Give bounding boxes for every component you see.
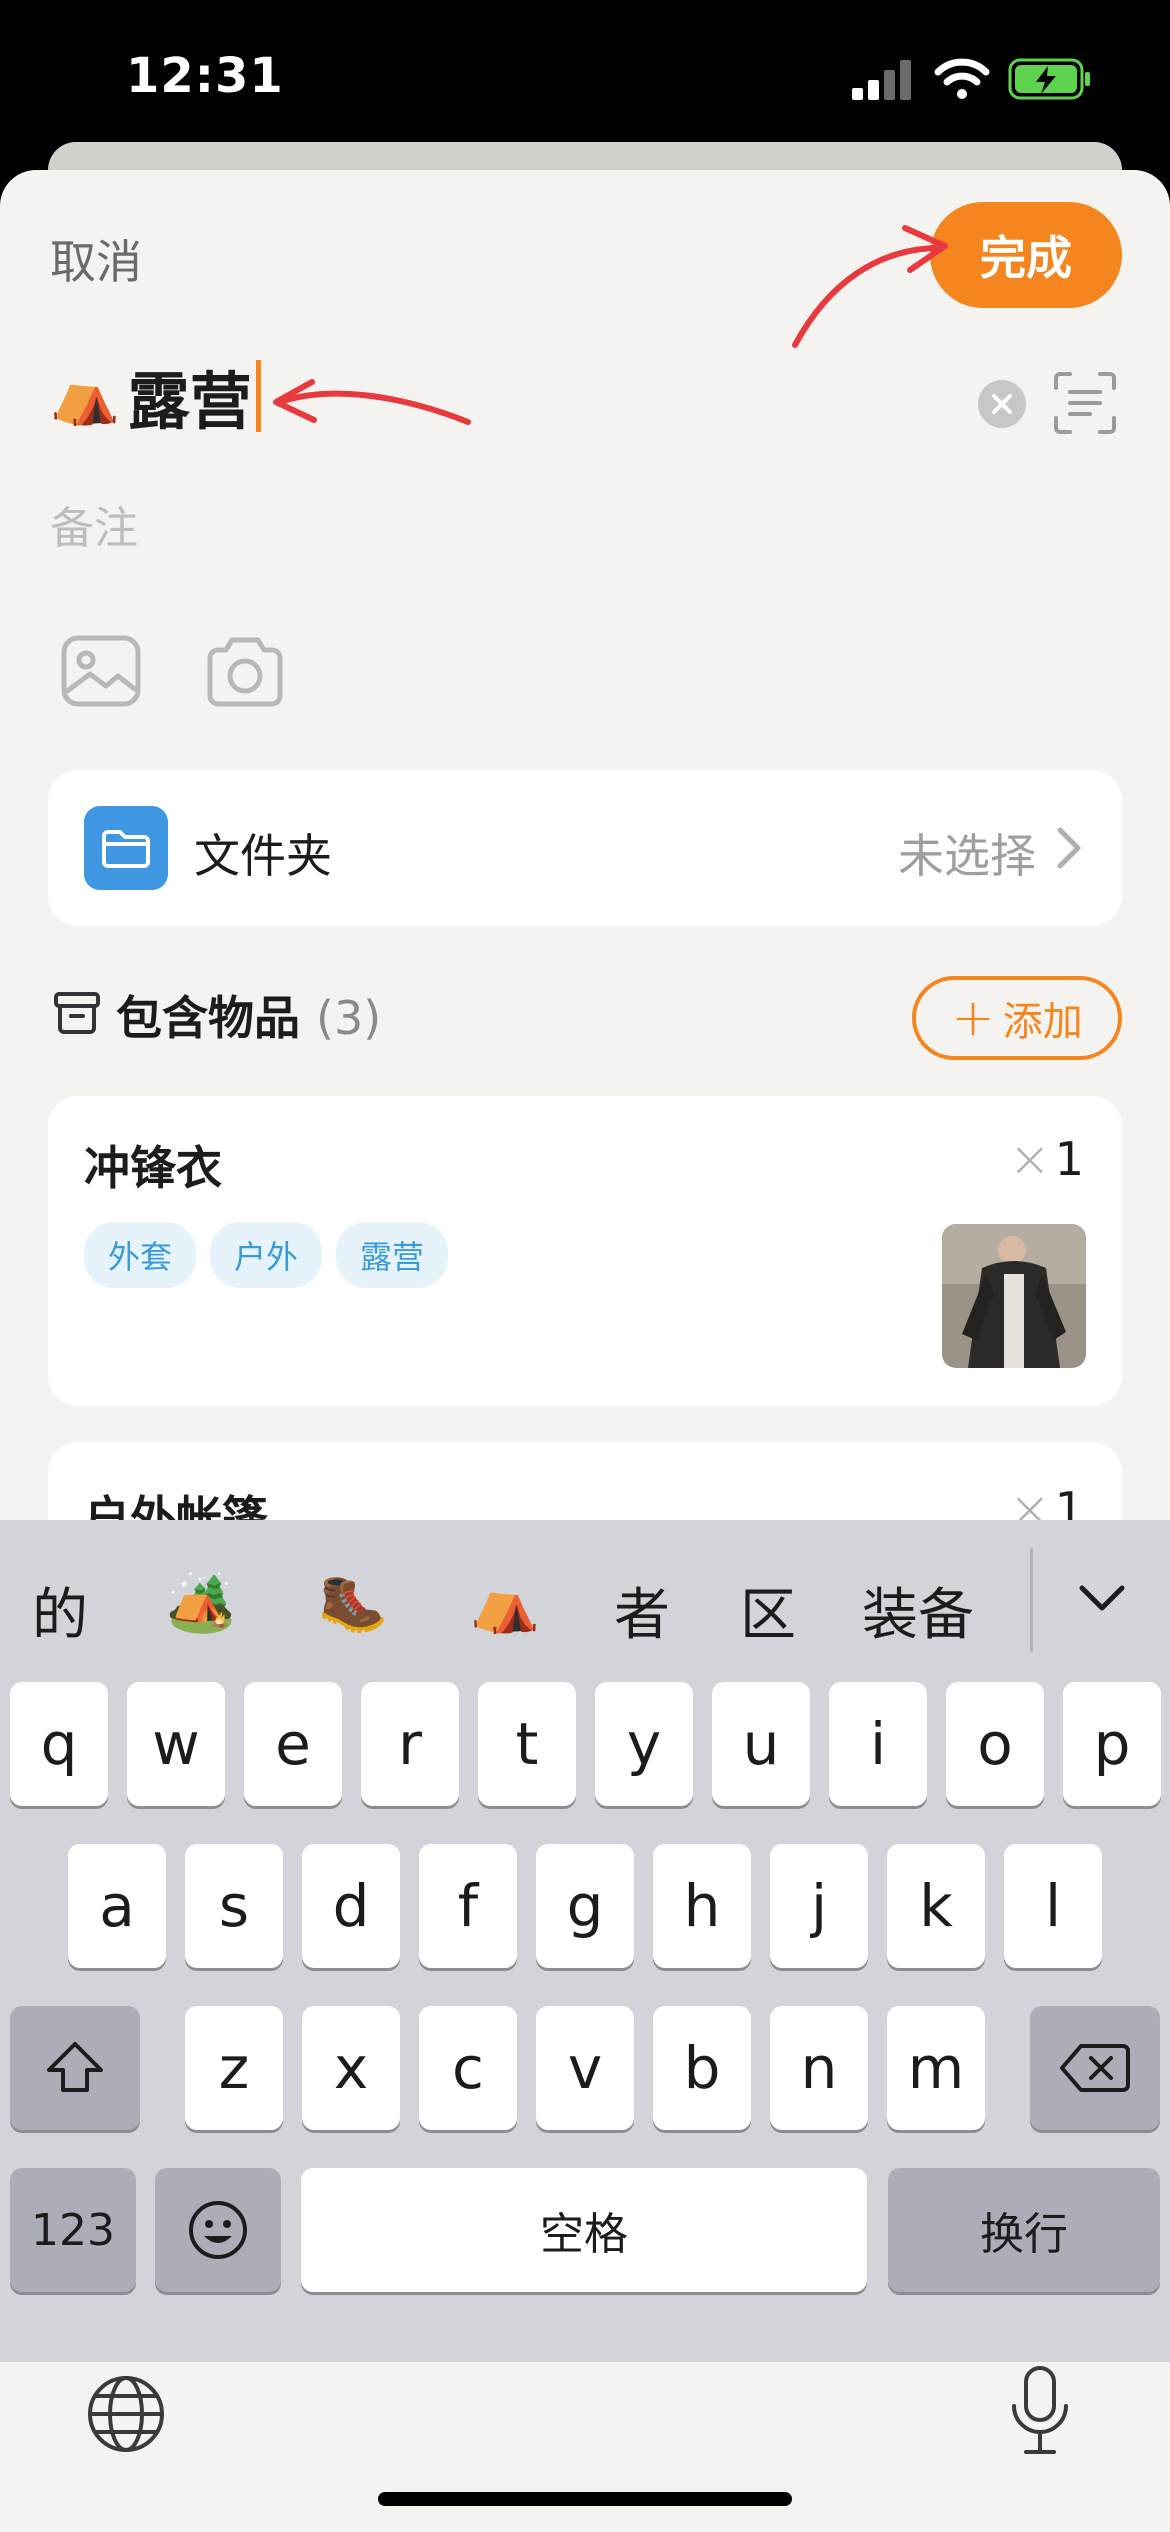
- emoji-icon: [189, 2201, 247, 2259]
- key-a[interactable]: a: [68, 1844, 166, 1968]
- suggestion[interactable]: ⛺: [470, 1570, 540, 1636]
- backspace-icon: [1060, 2044, 1130, 2092]
- key-z[interactable]: z: [185, 2006, 283, 2130]
- key-c[interactable]: c: [419, 2006, 517, 2130]
- folder-label: 文件夹: [194, 829, 332, 883]
- key-v[interactable]: v: [536, 2006, 634, 2130]
- keyboard: 的 🏕️ 🥾 ⛺ 者 区 装备 q w e r t y u i o p a s …: [0, 1520, 1170, 2454]
- key-d[interactable]: d: [302, 1844, 400, 1968]
- text-caret: [255, 360, 261, 432]
- suggestion[interactable]: 的: [32, 1570, 88, 1651]
- item-thumbnail[interactable]: [942, 1224, 1086, 1368]
- status-time: 12:31: [126, 48, 284, 104]
- suggestion[interactable]: 区: [740, 1570, 796, 1651]
- key-y[interactable]: y: [595, 1682, 693, 1806]
- folder-icon: [84, 806, 168, 890]
- key-j[interactable]: j: [770, 1844, 868, 1968]
- key-i[interactable]: i: [829, 1682, 927, 1806]
- emoji-key[interactable]: [155, 2168, 281, 2292]
- key-f[interactable]: f: [419, 1844, 517, 1968]
- folder-selector[interactable]: 文件夹 未选择: [48, 770, 1122, 926]
- title-text: 露营: [127, 365, 252, 438]
- home-indicator: [378, 2492, 792, 2506]
- note-input[interactable]: 备注: [50, 492, 138, 556]
- plus-icon: +: [951, 988, 995, 1048]
- key-l[interactable]: l: [1004, 1844, 1102, 1968]
- add-item-button[interactable]: + 添加: [912, 976, 1122, 1060]
- suggestion[interactable]: 者: [614, 1570, 670, 1651]
- key-s[interactable]: s: [185, 1844, 283, 1968]
- key-p[interactable]: p: [1063, 1682, 1161, 1806]
- suggestion[interactable]: 🥾: [318, 1570, 388, 1636]
- numbers-key[interactable]: 123: [10, 2168, 136, 2292]
- globe-icon[interactable]: [84, 2372, 168, 2456]
- clear-icon: [992, 394, 1012, 414]
- item-qty-value: 1: [1054, 1132, 1084, 1186]
- key-b[interactable]: b: [653, 2006, 751, 2130]
- contains-title: 包含物品: [116, 991, 300, 1045]
- contains-count: (3): [316, 991, 382, 1045]
- key-u[interactable]: u: [712, 1682, 810, 1806]
- chevron-down-icon[interactable]: [1076, 1572, 1128, 1624]
- done-button[interactable]: 完成: [930, 202, 1122, 308]
- title-input[interactable]: ⛺ 露营: [50, 356, 261, 438]
- key-g[interactable]: g: [536, 1844, 634, 1968]
- battery-charging-icon: [1008, 58, 1090, 100]
- item-quantity: × 1: [1009, 1130, 1084, 1188]
- tag[interactable]: 户外: [210, 1222, 323, 1288]
- space-key[interactable]: 空格: [301, 2168, 867, 2292]
- add-label: 添加: [1002, 999, 1083, 1045]
- key-h[interactable]: h: [653, 1844, 751, 1968]
- cellular-signal-icon: [852, 60, 911, 100]
- scan-text-icon[interactable]: [1052, 370, 1118, 436]
- clear-text-button[interactable]: [978, 380, 1026, 428]
- chevron-right-icon: [1057, 827, 1081, 869]
- list-item[interactable]: 冲锋衣 × 1 外套 户外 露营: [48, 1096, 1122, 1406]
- key-n[interactable]: n: [770, 2006, 868, 2130]
- camera-icon[interactable]: [204, 630, 286, 712]
- tag[interactable]: 露营: [336, 1222, 449, 1288]
- cancel-button[interactable]: 取消: [50, 226, 142, 292]
- backspace-key[interactable]: [1030, 2006, 1160, 2130]
- divider: [1030, 1548, 1033, 1652]
- item-name: 冲锋衣: [84, 1141, 222, 1195]
- microphone-icon[interactable]: [1004, 2364, 1076, 2460]
- key-k[interactable]: k: [887, 1844, 985, 1968]
- return-key[interactable]: 换行: [888, 2168, 1160, 2292]
- tent-emoji-icon: ⛺: [50, 363, 120, 428]
- key-w[interactable]: w: [127, 1682, 225, 1806]
- tag-list: 外套 户外 露营: [84, 1222, 449, 1288]
- multiply-icon: ×: [1008, 1130, 1051, 1188]
- key-r[interactable]: r: [361, 1682, 459, 1806]
- key-e[interactable]: e: [244, 1682, 342, 1806]
- suggestion-bar: 的 🏕️ 🥾 ⛺ 者 区 装备: [0, 1520, 1170, 1680]
- shift-key[interactable]: [10, 2006, 140, 2130]
- archive-box-icon: [54, 992, 100, 1034]
- tag[interactable]: 外套: [84, 1222, 197, 1288]
- contains-header: 包含物品 (3): [116, 982, 381, 1048]
- key-q[interactable]: q: [10, 1682, 108, 1806]
- key-x[interactable]: x: [302, 2006, 400, 2130]
- photo-library-icon[interactable]: [60, 630, 142, 712]
- key-t[interactable]: t: [478, 1682, 576, 1806]
- wifi-icon: [934, 58, 990, 99]
- suggestion[interactable]: 🏕️: [166, 1570, 236, 1636]
- key-o[interactable]: o: [946, 1682, 1044, 1806]
- key-m[interactable]: m: [887, 2006, 985, 2130]
- suggestion[interactable]: 装备: [862, 1570, 974, 1651]
- shift-icon: [47, 2042, 103, 2092]
- folder-value: 未选择: [898, 829, 1036, 883]
